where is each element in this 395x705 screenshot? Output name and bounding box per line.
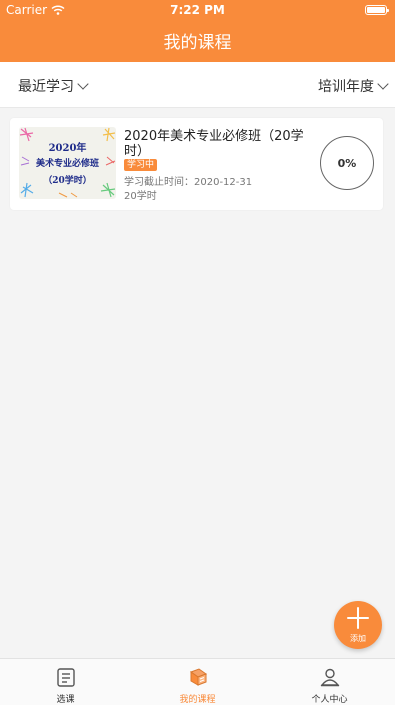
course-title: 2020年美术专业必修班（20学时） <box>124 129 304 159</box>
tab-bar: 选课 我的课程 个人中心 <box>0 658 395 705</box>
course-hours: 20学时 <box>124 191 157 202</box>
tab-label: 个人中心 <box>311 695 348 705</box>
chevron-down-icon <box>77 78 89 90</box>
thumbnail-line-2: 美术专业必修班 <box>35 159 99 169</box>
thumbnail-line-3: （20学时） <box>43 176 92 186</box>
profile-icon <box>320 668 340 687</box>
status-bar: Carrier 7:22 PM <box>0 0 395 20</box>
status-badge: 学习中 <box>124 159 158 171</box>
tab-label: 选课 <box>56 695 75 705</box>
chevron-down-icon <box>377 78 389 90</box>
recent-study-label: 最近学习 <box>18 79 74 95</box>
recent-study-dropdown[interactable]: 最近学习 <box>18 76 89 96</box>
add-button-label: 添加 <box>350 634 366 643</box>
tab-profile[interactable]: 个人中心 <box>264 659 395 705</box>
training-year-dropdown[interactable]: 培训年度 <box>318 76 389 96</box>
page-title: 我的课程 <box>163 33 232 53</box>
my-courses-icon <box>189 668 208 686</box>
tab-label: 我的课程 <box>179 695 216 705</box>
course-select-icon <box>57 668 75 687</box>
tab-course-select[interactable]: 选课 <box>0 659 131 705</box>
battery-icon <box>365 5 389 15</box>
tab-my-courses[interactable]: 我的课程 <box>132 659 263 705</box>
plus-icon <box>346 606 370 630</box>
progress-indicator: 0% <box>320 136 374 190</box>
filter-bar: 最近学习 培训年度 <box>0 62 395 108</box>
course-thumbnail: 2020年 美术专业必修班 （20学时） <box>19 127 116 199</box>
add-course-button[interactable]: 添加 <box>334 601 382 649</box>
course-card[interactable]: 2020年 美术专业必修班 （20学时） 2020年美术专业必修班（20学时） … <box>10 118 383 210</box>
course-deadline: 学习截止时间：2020-12-31 <box>124 177 253 188</box>
training-year-label: 培训年度 <box>318 79 374 95</box>
screen: Carrier 7:22 PM 我的课程 最近学习 培训年度 2020年 美术专… <box>0 0 395 705</box>
status-time: 7:22 PM <box>170 3 225 17</box>
thumbnail-line-1: 2020年 <box>48 143 87 154</box>
header: Carrier 7:22 PM 我的课程 <box>0 0 395 62</box>
